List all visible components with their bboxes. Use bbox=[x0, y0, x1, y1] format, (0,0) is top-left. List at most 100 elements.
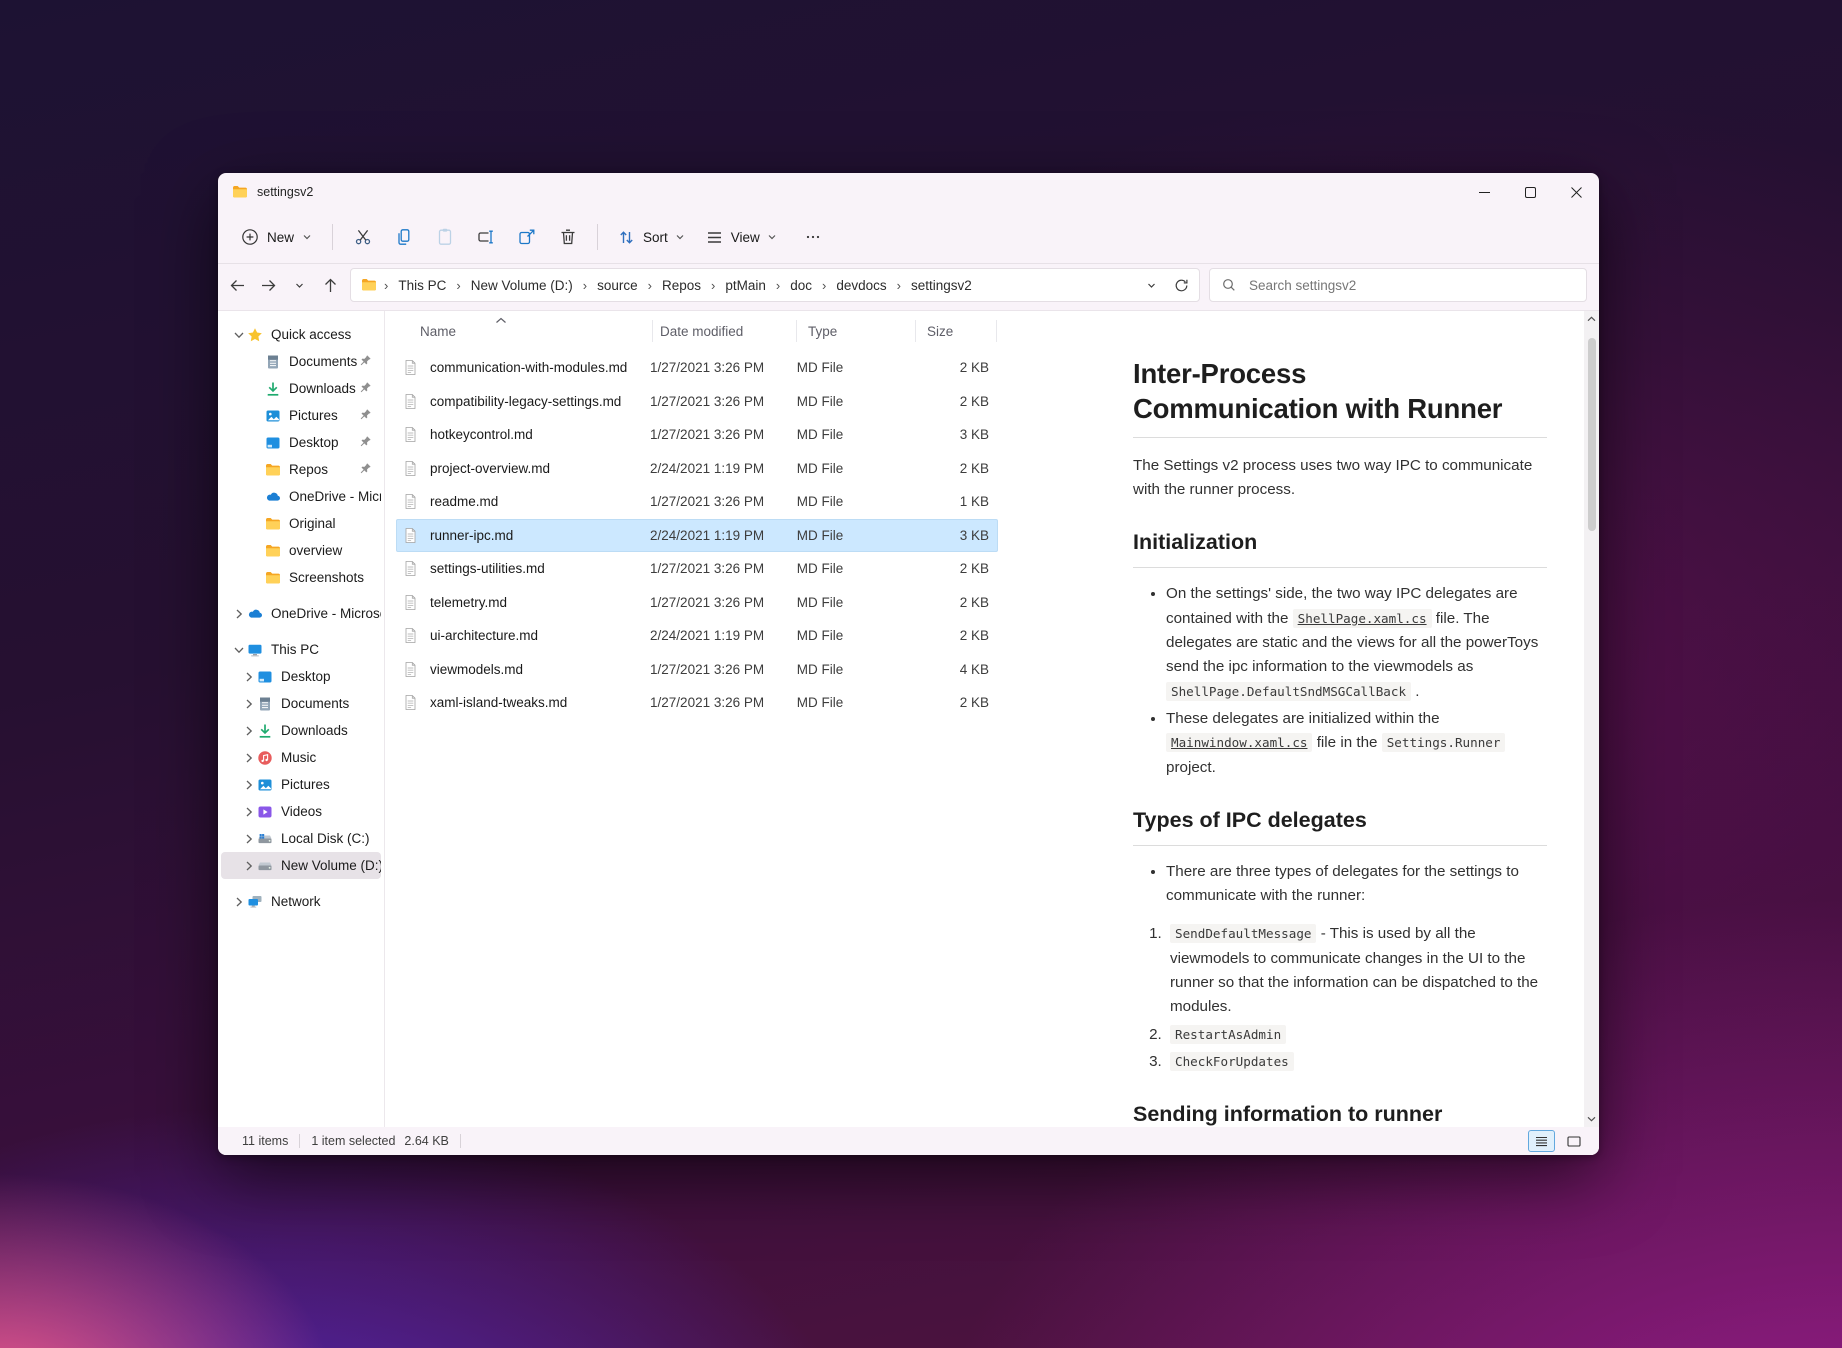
chevron-right-icon[interactable] bbox=[241, 723, 257, 739]
sort-button[interactable]: Sort bbox=[607, 219, 695, 255]
breadcrumb-item[interactable]: devdocs bbox=[833, 277, 889, 294]
chevron-right-icon[interactable] bbox=[241, 804, 257, 820]
file-row[interactable]: ui-architecture.md2/24/2021 1:19 PMMD Fi… bbox=[396, 619, 998, 653]
sidebar-item-onedrive-micros[interactable]: OneDrive - Micros bbox=[221, 483, 381, 510]
breadcrumb[interactable]: ›This PC›New Volume (D:)›source›Repos›pt… bbox=[350, 268, 1200, 302]
column-header-size[interactable]: Size bbox=[927, 324, 1007, 339]
column-header-name[interactable]: Name bbox=[385, 324, 660, 339]
pictures-icon bbox=[265, 408, 281, 424]
chevron-down-icon bbox=[675, 232, 685, 242]
sidebar-item-onedrive-microsof[interactable]: OneDrive - Microsof bbox=[221, 600, 381, 627]
sidebar-item-original[interactable]: Original bbox=[221, 510, 381, 537]
file-row[interactable]: communication-with-modules.md1/27/2021 3… bbox=[396, 351, 998, 385]
sidebar-item-downloads[interactable]: Downloads bbox=[221, 375, 381, 402]
sidebar-item-quick-access[interactable]: Quick access bbox=[221, 321, 381, 348]
paragraph: The Settings v2 process uses two way IPC… bbox=[1133, 454, 1547, 503]
sidebar-item-documents[interactable]: Documents bbox=[221, 348, 381, 375]
file-row[interactable]: viewmodels.md1/27/2021 3:26 PMMD File4 K… bbox=[396, 653, 998, 687]
file-row[interactable]: xaml-island-tweaks.md1/27/2021 3:26 PMMD… bbox=[396, 686, 998, 720]
chevron-down-icon[interactable] bbox=[231, 327, 247, 343]
column-separator[interactable] bbox=[996, 320, 997, 342]
sidebar-item-pictures[interactable]: Pictures bbox=[221, 402, 381, 429]
sidebar-item-pictures[interactable]: Pictures bbox=[221, 771, 381, 798]
column-header-type[interactable]: Type bbox=[808, 324, 927, 339]
address-bar: ›This PC›New Volume (D:)›source›Repos›pt… bbox=[218, 264, 1599, 310]
details-view-toggle[interactable] bbox=[1528, 1130, 1555, 1152]
chevron-right-icon[interactable] bbox=[231, 606, 247, 622]
scroll-up-icon[interactable] bbox=[1587, 311, 1596, 327]
chevron-right-icon[interactable] bbox=[231, 894, 247, 910]
breadcrumb-item[interactable]: New Volume (D:) bbox=[468, 277, 576, 294]
sidebar-item-this-pc[interactable]: This PC bbox=[221, 636, 381, 663]
minimize-button[interactable] bbox=[1461, 173, 1507, 211]
breadcrumb-item[interactable]: settingsv2 bbox=[908, 277, 975, 294]
new-button[interactable]: New bbox=[230, 219, 323, 255]
file-row[interactable]: compatibility-legacy-settings.md1/27/202… bbox=[396, 385, 998, 419]
titlebar[interactable]: settingsv2 bbox=[218, 173, 1599, 211]
sidebar-item-videos[interactable]: Videos bbox=[221, 798, 381, 825]
file-row[interactable]: hotkeycontrol.md1/27/2021 3:26 PMMD File… bbox=[396, 418, 998, 452]
file-row[interactable]: readme.md1/27/2021 3:26 PMMD File1 KB bbox=[396, 485, 998, 519]
chevron-right-icon[interactable] bbox=[241, 831, 257, 847]
preview-scrollbar[interactable] bbox=[1584, 311, 1599, 1127]
up-button[interactable] bbox=[315, 270, 346, 300]
scrollbar-thumb[interactable] bbox=[1588, 338, 1596, 531]
paste-button[interactable] bbox=[424, 219, 465, 255]
thumbnail-view-toggle[interactable] bbox=[1560, 1130, 1587, 1152]
copy-button[interactable] bbox=[383, 219, 424, 255]
breadcrumb-item[interactable]: Repos bbox=[659, 277, 704, 294]
md-file-icon bbox=[402, 560, 419, 577]
delete-button[interactable] bbox=[547, 219, 588, 255]
file-row[interactable]: runner-ipc.md2/24/2021 1:19 PMMD File3 K… bbox=[396, 519, 998, 553]
close-button[interactable] bbox=[1553, 173, 1599, 211]
back-button[interactable] bbox=[222, 270, 253, 300]
chevron-right-icon[interactable] bbox=[241, 696, 257, 712]
column-separator[interactable] bbox=[796, 320, 797, 342]
sidebar-item-label: overview bbox=[289, 543, 381, 558]
forward-button[interactable] bbox=[253, 270, 284, 300]
refresh-button[interactable] bbox=[1167, 272, 1195, 298]
sidebar-item-music[interactable]: Music bbox=[221, 744, 381, 771]
sidebar-item-documents[interactable]: Documents bbox=[221, 690, 381, 717]
breadcrumb-item[interactable]: doc bbox=[787, 277, 815, 294]
chevron-right-icon[interactable] bbox=[241, 750, 257, 766]
view-button[interactable]: View bbox=[695, 219, 787, 255]
search-box[interactable] bbox=[1209, 268, 1587, 302]
share-button[interactable] bbox=[506, 219, 547, 255]
chevron-right-icon[interactable] bbox=[241, 858, 257, 874]
chevron-right-icon[interactable] bbox=[241, 669, 257, 685]
maximize-button[interactable] bbox=[1507, 173, 1553, 211]
file-row[interactable]: settings-utilities.md1/27/2021 3:26 PMMD… bbox=[396, 552, 998, 586]
column-separator[interactable] bbox=[915, 320, 916, 342]
search-input[interactable] bbox=[1247, 277, 1574, 294]
see-more-button[interactable] bbox=[793, 219, 833, 255]
chevron-right-icon[interactable] bbox=[241, 777, 257, 793]
sidebar-item-local-disk-c[interactable]: Local Disk (C:) bbox=[221, 825, 381, 852]
sidebar-item-repos[interactable]: Repos bbox=[221, 456, 381, 483]
address-dropdown-button[interactable] bbox=[1137, 272, 1165, 298]
md-file-icon bbox=[402, 359, 419, 376]
sidebar-item-new-volume-d[interactable]: New Volume (D:) bbox=[221, 852, 381, 879]
sidebar-item-desktop[interactable]: Desktop bbox=[221, 663, 381, 690]
sidebar-item-downloads[interactable]: Downloads bbox=[221, 717, 381, 744]
code-link[interactable]: ShellPage.xaml.cs bbox=[1293, 609, 1432, 628]
code-link[interactable]: Mainwindow.xaml.cs bbox=[1166, 733, 1312, 752]
breadcrumb-item[interactable]: ptMain bbox=[722, 277, 769, 294]
file-list-body: communication-with-modules.md1/27/2021 3… bbox=[385, 351, 1121, 720]
sidebar-item-desktop[interactable]: Desktop bbox=[221, 429, 381, 456]
scroll-down-icon[interactable] bbox=[1587, 1111, 1596, 1127]
recent-locations-button[interactable] bbox=[284, 270, 315, 300]
sidebar-item-screenshots[interactable]: Screenshots bbox=[221, 564, 381, 591]
breadcrumb-item[interactable]: This PC bbox=[395, 277, 449, 294]
breadcrumb-separator-icon: › bbox=[449, 279, 467, 292]
chevron-down-icon[interactable] bbox=[231, 642, 247, 658]
sidebar-item-network[interactable]: Network bbox=[221, 888, 381, 915]
column-separator[interactable] bbox=[652, 320, 653, 342]
file-row[interactable]: telemetry.md1/27/2021 3:26 PMMD File2 KB bbox=[396, 586, 998, 620]
column-header-date[interactable]: Date modified bbox=[660, 324, 808, 339]
file-row[interactable]: project-overview.md2/24/2021 1:19 PMMD F… bbox=[396, 452, 998, 486]
breadcrumb-item[interactable]: source bbox=[594, 277, 641, 294]
rename-button[interactable] bbox=[465, 219, 506, 255]
cut-button[interactable] bbox=[342, 219, 383, 255]
sidebar-item-overview[interactable]: overview bbox=[221, 537, 381, 564]
